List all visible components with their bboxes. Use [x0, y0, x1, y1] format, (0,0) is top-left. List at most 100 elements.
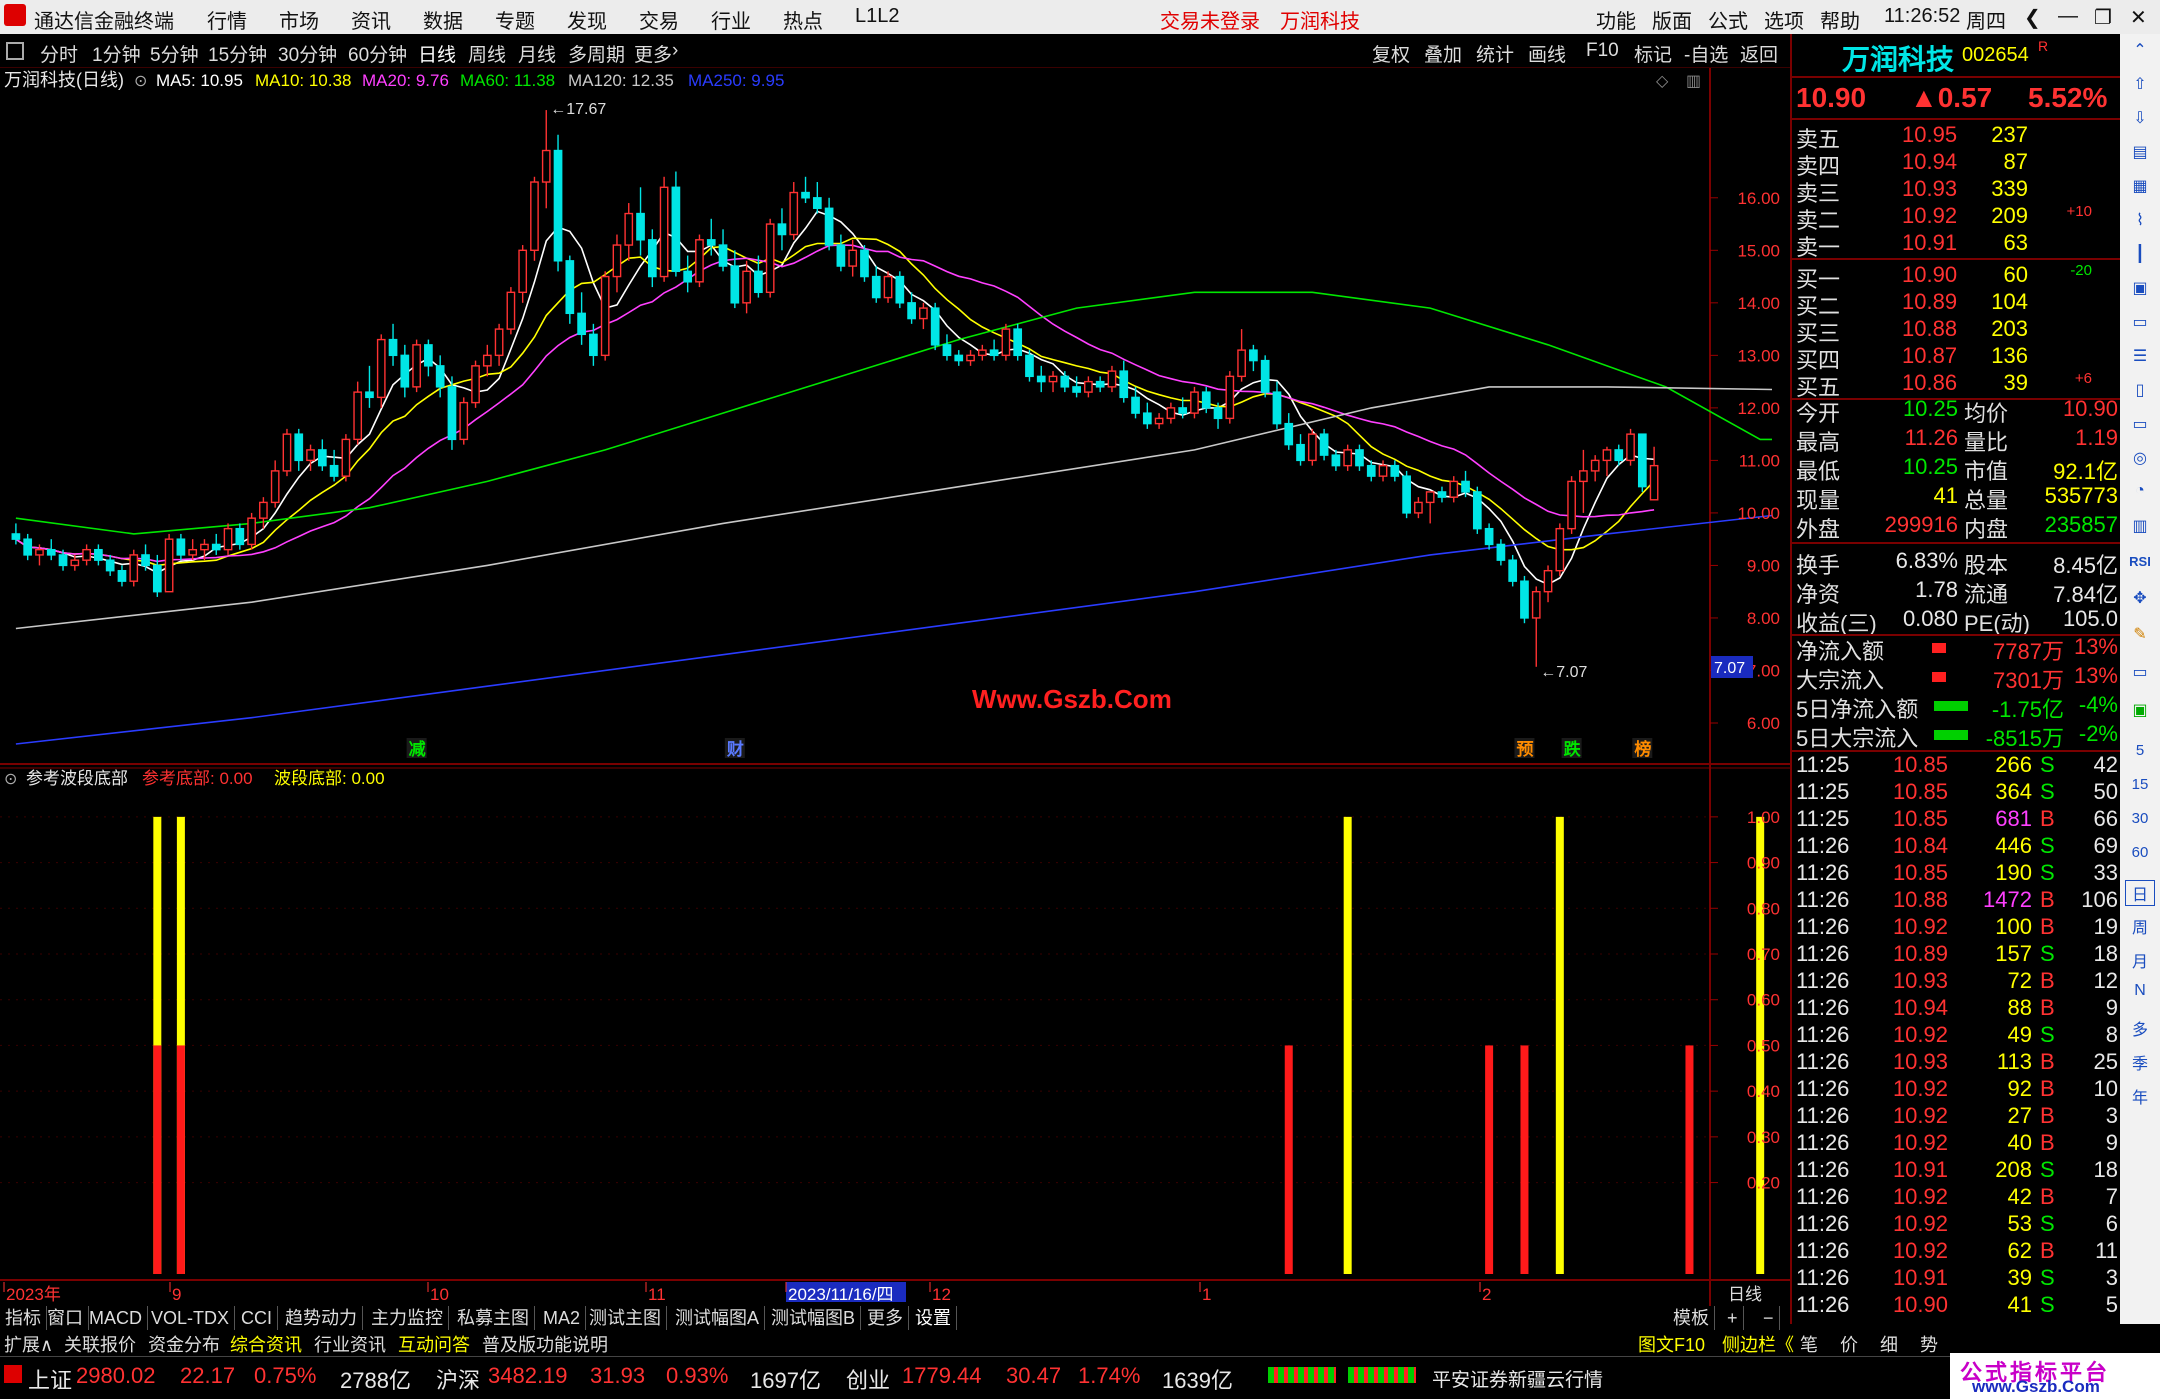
template-control[interactable]: + — [1722, 1306, 1744, 1330]
window-toggle-icon[interactable]: ▥ — [1686, 73, 1701, 90]
indicator-tab[interactable]: 测试幅图B — [766, 1306, 862, 1330]
info-tab[interactable]: 关联报价 — [64, 1331, 136, 1357]
menu-item-hot[interactable]: 热点 — [783, 5, 823, 34]
sidebar-num-15[interactable]: 15 — [2120, 776, 2160, 793]
info-tab[interactable]: 互动问答 — [398, 1331, 470, 1357]
sidebar-num-30[interactable]: 30 — [2120, 810, 2160, 827]
menu-item-market[interactable]: 行情 — [207, 5, 247, 34]
period-tab-1min[interactable]: 1分钟 — [92, 40, 141, 67]
sidebar-arrow-down-icon[interactable]: ⇩ — [2120, 108, 2160, 128]
sidebar-stack-icon[interactable]: ☰ — [2120, 346, 2160, 366]
sidebar-n[interactable]: N — [2120, 982, 2160, 1000]
sidebar-day[interactable]: 日 — [2125, 880, 2155, 906]
indicator-tab[interactable]: 指标 — [0, 1306, 47, 1330]
toolbar-draw[interactable]: 画线 — [1528, 40, 1566, 67]
menu-item-data[interactable]: 数据 — [423, 5, 463, 34]
info-right-tab[interactable]: 侧边栏《 — [1722, 1331, 1794, 1357]
info-tab[interactable]: 普及版功能说明 — [482, 1331, 608, 1357]
sidebar-rsi[interactable]: RSI — [2120, 554, 2160, 569]
menu-item-l1l2[interactable]: L1L2 — [855, 5, 900, 28]
kline-chart-area[interactable]: 6.007.008.009.0010.0011.0012.0013.0014.0… — [0, 68, 1790, 1306]
sidebar-up-icon[interactable]: ⌃ — [2120, 40, 2160, 60]
sidebar-month[interactable]: 月 — [2120, 948, 2160, 972]
indicator-tab[interactable]: 窗口 — [42, 1306, 89, 1330]
indicator-tab[interactable]: MACD — [84, 1306, 148, 1330]
sidebar-circle-icon[interactable]: ◎ — [2120, 448, 2160, 468]
menu-item-topics[interactable]: 专题 — [495, 5, 535, 34]
sidebar-pen-icon[interactable]: ✎ — [2120, 624, 2160, 644]
menu-item-options[interactable]: 选项 — [1764, 5, 1804, 34]
sidebar-g-icon[interactable]: ▣ — [2120, 700, 2160, 720]
sidebar-candle-icon[interactable]: ┃ — [2120, 244, 2160, 264]
indicator-tab[interactable]: CCI — [236, 1306, 278, 1330]
sidebar-chart-icon[interactable]: ⌇ — [2120, 210, 2160, 230]
period-tab-weekly[interactable]: 周线 — [468, 40, 506, 67]
info-tab[interactable]: 扩展∧ — [4, 1331, 53, 1357]
menu-item-help[interactable]: 帮助 — [1820, 5, 1860, 34]
menu-item-function[interactable]: 功能 — [1596, 5, 1636, 34]
event-marker[interactable]: 跌 — [1564, 740, 1582, 759]
sidebar-f10-icon[interactable]: ▭ — [2120, 312, 2160, 332]
sidebar-season[interactable]: 季 — [2120, 1050, 2160, 1074]
indicator-tab[interactable]: VOL-TDX — [146, 1306, 236, 1330]
period-tab-monthly[interactable]: 月线 — [518, 40, 556, 67]
indicator-tab[interactable]: 测试幅图A — [670, 1306, 766, 1330]
sidebar-num-60[interactable]: 60 — [2120, 844, 2160, 861]
restore-icon[interactable]: ❐ — [2094, 5, 2112, 30]
menu-item-industry[interactable]: 行业 — [711, 5, 751, 34]
indicator-settings-icon[interactable]: ⊙ — [4, 771, 17, 788]
period-tab-more[interactable]: 更多 — [634, 40, 672, 67]
toolbar-stats[interactable]: 统计 — [1476, 40, 1514, 67]
indicator-tab[interactable]: 设置 — [910, 1306, 957, 1330]
indicator-tab[interactable]: 更多 — [862, 1306, 909, 1330]
sidebar-fs-icon[interactable]: ▭ — [2120, 662, 2160, 682]
indicator-tab[interactable]: 私募主图 — [452, 1306, 535, 1330]
period-tab-timeshare[interactable]: 分时 — [40, 40, 78, 67]
toolbar-mark[interactable]: 标记 — [1634, 40, 1672, 67]
event-marker[interactable]: 财 — [726, 739, 744, 759]
sidebar-arrow-up-icon[interactable]: ⇧ — [2120, 74, 2160, 94]
indicator-tab[interactable]: MA2 — [538, 1306, 587, 1330]
toolbar-watchlist[interactable]: -自选 — [1684, 40, 1728, 67]
sidebar-grid-icon[interactable]: ▦ — [2120, 176, 2160, 196]
sidebar-num-5[interactable]: 5 — [2120, 742, 2160, 759]
menu-item-trade[interactable]: 交易 — [639, 5, 679, 34]
menu-item-discover[interactable]: 发现 — [567, 5, 607, 34]
indicator-tab[interactable]: 测试主图 — [584, 1306, 667, 1330]
sidebar-list-icon[interactable]: ▤ — [2120, 142, 2160, 162]
chart-settings-icon[interactable]: ⊙ — [134, 73, 147, 90]
event-marker[interactable]: 减 — [409, 739, 426, 759]
event-marker[interactable]: 榜 — [1634, 739, 1651, 759]
menu-item-markets[interactable]: 市场 — [279, 5, 319, 34]
toolbar-f10[interactable]: F10 — [1586, 40, 1619, 62]
menu-item-layout[interactable]: 版面 — [1652, 5, 1692, 34]
info-tab[interactable]: 综合资讯 — [230, 1331, 302, 1357]
sidebar-week[interactable]: 周 — [2120, 914, 2160, 938]
back-icon[interactable]: ❮ — [2024, 5, 2041, 30]
period-tab-60min[interactable]: 60分钟 — [348, 40, 407, 67]
period-tab-5min[interactable]: 5分钟 — [150, 40, 199, 67]
sidebar-box-icon[interactable]: ▥ — [2120, 516, 2160, 536]
period-tab-daily[interactable]: 日线 — [418, 40, 456, 67]
indicator-tab[interactable]: 趋势动力 — [280, 1306, 363, 1330]
info-right-tab[interactable]: 图文F10 — [1638, 1331, 1705, 1357]
sidebar-pie-icon[interactable]: ◔ — [2120, 482, 2160, 500]
diamond-icon[interactable]: ◇ — [1656, 73, 1669, 90]
indicator-tab[interactable]: 主力监控 — [366, 1306, 449, 1330]
period-tab-15min[interactable]: 15分钟 — [208, 40, 267, 67]
toolbar-back[interactable]: 返回 — [1740, 40, 1778, 67]
event-marker[interactable]: 预 — [1516, 740, 1533, 759]
window-icon[interactable] — [6, 42, 24, 60]
close-icon[interactable]: ✕ — [2130, 5, 2147, 30]
minimize-icon[interactable]: — — [2058, 5, 2078, 28]
sidebar-move-icon[interactable]: ✥ — [2120, 588, 2160, 608]
info-tab[interactable]: 行业资讯 — [314, 1331, 386, 1357]
sidebar-doc-icon[interactable]: ▯ — [2120, 380, 2160, 400]
menu-item-news[interactable]: 资讯 — [351, 5, 391, 34]
sidebar-year[interactable]: 年 — [2120, 1084, 2160, 1108]
sidebar-multi[interactable]: 多 — [2120, 1016, 2160, 1040]
toolbar-adjust[interactable]: 复权 — [1372, 40, 1410, 67]
sidebar-table-icon[interactable]: ▣ — [2120, 278, 2160, 298]
period-tab-multi[interactable]: 多周期 — [568, 40, 625, 67]
template-control[interactable]: 模板 — [1668, 1306, 1715, 1330]
